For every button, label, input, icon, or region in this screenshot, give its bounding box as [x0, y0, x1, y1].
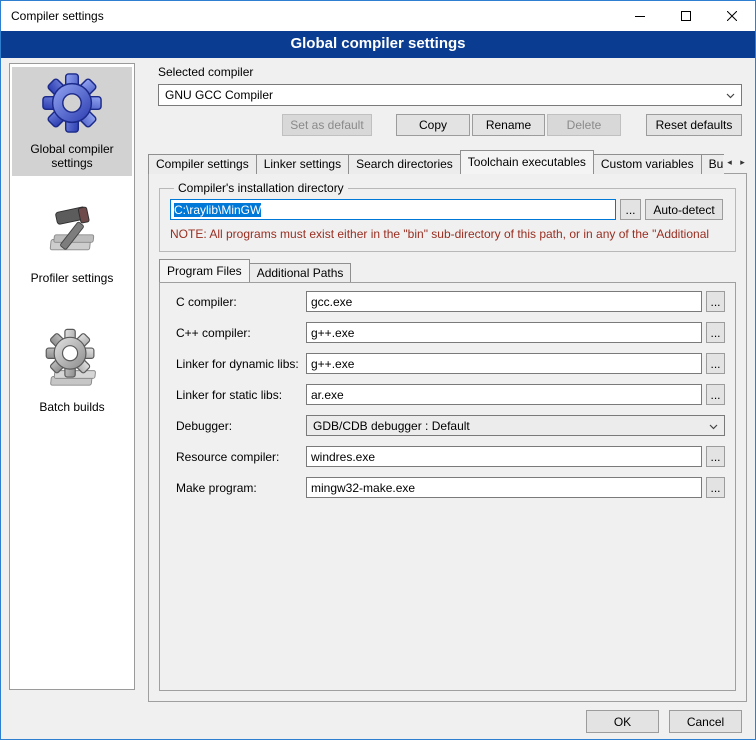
form-row: Resource compiler: ... [160, 446, 735, 468]
rename-button[interactable]: Rename [472, 114, 545, 136]
make-program-browse-button[interactable]: ... [706, 477, 725, 498]
dynamic-linker-input[interactable] [306, 353, 702, 374]
dialog-header-title: Global compiler settings [290, 35, 465, 52]
tab-scroll-right-button[interactable]: ▸ [736, 155, 749, 170]
static-linker-browse-button[interactable]: ... [706, 384, 725, 405]
form-row: C compiler: ... [160, 291, 735, 313]
make-program-label: Make program: [176, 481, 257, 495]
gear-icon [41, 72, 103, 134]
tab-strip: Compiler settings Linker settings Search… [148, 150, 724, 174]
auto-detect-button[interactable]: Auto-detect [645, 199, 723, 220]
sidebar-item-label: Global compiler settings [14, 142, 130, 170]
minimize-button[interactable] [617, 1, 663, 31]
tab-scroll-arrows: ◂ ▸ [723, 155, 749, 170]
debugger-label: Debugger: [176, 419, 232, 433]
installation-directory-group: Compiler's installation directory C:\ray… [159, 188, 736, 252]
minimize-icon [635, 11, 645, 21]
reset-defaults-button[interactable]: Reset defaults [646, 114, 742, 136]
tab-search-directories[interactable]: Search directories [348, 154, 461, 174]
close-icon [727, 11, 737, 21]
dynamic-linker-browse-button[interactable]: ... [706, 353, 725, 374]
installation-directory-group-title: Compiler's installation directory [174, 181, 348, 195]
subtab-additional-paths[interactable]: Additional Paths [249, 263, 352, 282]
debugger-select[interactable]: GDB/CDB debugger : Default [306, 415, 725, 436]
form-row: Debugger: GDB/CDB debugger : Default [160, 415, 735, 437]
compiler-settings-window: Compiler settings Global compiler settin… [0, 0, 756, 740]
static-linker-input[interactable] [306, 384, 702, 405]
form-row: C++ compiler: ... [160, 322, 735, 344]
note-text: NOTE: All programs must exist either in … [170, 227, 729, 241]
selected-compiler-value: GNU GCC Compiler [165, 88, 273, 102]
chevron-down-icon [709, 419, 718, 433]
sidebar-item-label: Batch builds [39, 400, 104, 414]
selected-compiler-label: Selected compiler [158, 65, 253, 79]
chevron-down-icon [726, 88, 735, 102]
installation-directory-value: C:\raylib\MinGW [174, 203, 261, 217]
form-row: Make program: ... [160, 477, 735, 499]
tab-custom-variables[interactable]: Custom variables [593, 154, 702, 174]
c-compiler-browse-button[interactable]: ... [706, 291, 725, 312]
subtab-strip: Program Files Additional Paths [159, 259, 350, 282]
cpp-compiler-browse-button[interactable]: ... [706, 322, 725, 343]
subtab-program-files[interactable]: Program Files [159, 259, 250, 282]
c-compiler-label: C compiler: [176, 295, 237, 309]
gray-gear-stack-icon [41, 328, 103, 392]
selected-compiler-select[interactable]: GNU GCC Compiler [158, 84, 742, 106]
static-linker-label: Linker for static libs: [176, 388, 282, 402]
sidebar: Global compiler settings Profiler settin… [9, 63, 135, 690]
cpp-compiler-label: C++ compiler: [176, 326, 251, 340]
copy-button[interactable]: Copy [396, 114, 470, 136]
sidebar-item-label: Profiler settings [31, 271, 114, 285]
tab-toolchain-executables[interactable]: Toolchain executables [460, 150, 594, 174]
close-button[interactable] [709, 1, 755, 31]
set-as-default-button[interactable]: Set as default [282, 114, 372, 136]
sidebar-item-profiler-settings[interactable]: Profiler settings [12, 196, 132, 291]
debugger-value: GDB/CDB debugger : Default [313, 419, 470, 433]
dialog-header: Global compiler settings [1, 31, 755, 58]
tab-linker-settings[interactable]: Linker settings [256, 154, 349, 174]
toolchain-executables-panel: Compiler's installation directory C:\ray… [148, 173, 747, 702]
program-files-panel: C compiler: ... C++ compiler: ... Linker… [159, 282, 736, 691]
resource-compiler-browse-button[interactable]: ... [706, 446, 725, 467]
installation-directory-browse-button[interactable]: ... [620, 199, 641, 220]
sidebar-item-batch-builds[interactable]: Batch builds [12, 323, 132, 420]
window-controls [617, 1, 755, 31]
tab-scroll-left-button[interactable]: ◂ [723, 155, 736, 170]
make-program-input[interactable] [306, 477, 702, 498]
ok-button[interactable]: OK [586, 710, 659, 733]
main-area: Selected compiler GNU GCC Compiler Set a… [146, 63, 749, 709]
maximize-button[interactable] [663, 1, 709, 31]
installation-directory-row: C:\raylib\MinGW ... Auto-detect [170, 199, 723, 220]
c-compiler-input[interactable] [306, 291, 702, 312]
tab-compiler-settings[interactable]: Compiler settings [148, 154, 257, 174]
window-title: Compiler settings [1, 9, 104, 23]
dynamic-linker-label: Linker for dynamic libs: [176, 357, 299, 371]
cpp-compiler-input[interactable] [306, 322, 702, 343]
cancel-button[interactable]: Cancel [669, 710, 742, 733]
titlebar: Compiler settings [1, 1, 755, 31]
form-row: Linker for dynamic libs: ... [160, 353, 735, 375]
profiler-hammer-icon [42, 201, 102, 263]
delete-button[interactable]: Delete [547, 114, 621, 136]
resource-compiler-label: Resource compiler: [176, 450, 279, 464]
form-row: Linker for static libs: ... [160, 384, 735, 406]
resource-compiler-input[interactable] [306, 446, 702, 467]
tab-build[interactable]: Build [701, 154, 724, 174]
installation-directory-input[interactable]: C:\raylib\MinGW [170, 199, 616, 220]
sidebar-item-global-compiler-settings[interactable]: Global compiler settings [12, 67, 132, 176]
maximize-icon [681, 11, 691, 21]
